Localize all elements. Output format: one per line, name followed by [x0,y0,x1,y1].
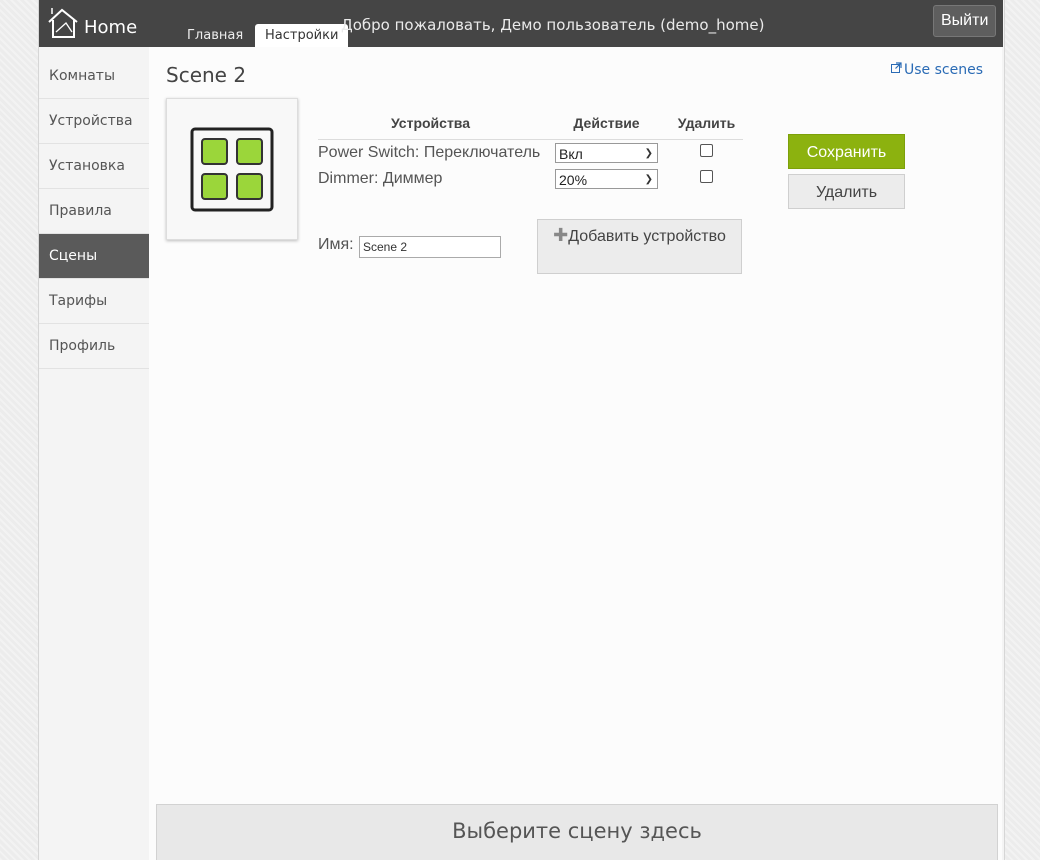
welcome-text: Добро пожаловать, Демо пользователь (dem… [341,16,765,34]
chevron-down-icon: ❯ [644,147,653,159]
scene-grid-icon [190,127,274,212]
delete-checkbox[interactable] [700,144,713,157]
action-select[interactable]: Вкл ❯ [555,142,658,163]
sidebar: Комнаты Устройства Установка Правила Сце… [39,54,149,369]
sidebar-item-rules[interactable]: Правила [39,189,149,234]
page-title: Scene 2 [166,63,247,87]
sidebar-item-profile[interactable]: Профиль [39,324,149,369]
select-scene-bar[interactable]: Выберите сцену здесь [156,804,998,860]
brand-name[interactable]: Home [84,17,137,38]
device-name: Dimmer: Диммер [318,170,443,187]
table-row: Dimmer: Диммер 20% ❯ [318,166,743,192]
add-device-button[interactable]: ✚Добавить устройство [537,219,742,274]
delete-checkbox[interactable] [700,170,713,183]
header-devices: Устройства [318,107,543,140]
help-link[interactable]: Use scenes [891,62,983,78]
sidebar-item-rooms[interactable]: Комнаты [39,54,149,99]
action-select-value: Вкл [559,145,583,162]
sidebar-item-tariffs[interactable]: Тарифы [39,279,149,324]
scene-devices-table: Устройства Действие Удалить Power Switch… [318,107,743,192]
chevron-down-icon: ❯ [644,173,653,185]
table-row: Power Switch: Переключатель Вкл ❯ [318,140,743,167]
top-bar: Home Главная Настройки Добро пожаловать,… [39,0,1003,47]
tab-home[interactable]: Главная [177,24,253,47]
add-device-label: Добавить устройство [568,228,726,245]
external-link-icon [891,62,902,73]
action-select[interactable]: 20% ❯ [555,168,658,189]
delete-button[interactable]: Удалить [788,174,905,209]
home-logo-icon[interactable] [46,6,82,42]
header-action: Действие [543,107,670,140]
scene-icon-card[interactable] [166,98,298,240]
sidebar-item-devices[interactable]: Устройства [39,99,149,144]
main-panel: Scene 2 Use scenes Устройства Действие У… [149,47,1002,860]
scene-name-input[interactable]: Scene 2 [359,236,501,258]
sidebar-item-scenes[interactable]: Сцены [39,234,149,279]
sidebar-item-setup[interactable]: Установка [39,144,149,189]
name-label: Имя: [318,236,354,253]
device-name: Power Switch: Переключатель [318,144,541,161]
action-select-value: 20% [559,171,588,188]
logout-button[interactable]: Выйти [933,5,997,37]
tab-settings[interactable]: Настройки [255,24,349,47]
plus-icon: ✚ [553,225,569,245]
header-delete: Удалить [670,107,743,140]
help-link-label[interactable]: Use scenes [904,62,983,78]
save-button[interactable]: Сохранить [788,134,905,169]
